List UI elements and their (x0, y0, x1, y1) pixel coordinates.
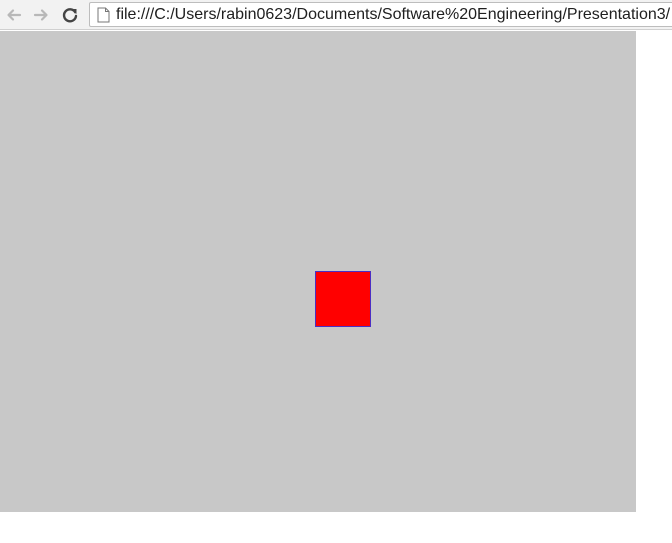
reload-icon (62, 8, 78, 23)
browser-toolbar: file:///C:/Users/rabin0623/Documents/Sof… (0, 0, 672, 30)
forward-arrow-icon (33, 9, 48, 21)
url-text: file:///C:/Users/rabin0623/Documents/Sof… (116, 6, 671, 23)
address-bar[interactable]: file:///C:/Users/rabin0623/Documents/Sof… (89, 2, 672, 27)
page-canvas (0, 31, 636, 512)
page-icon (96, 7, 110, 23)
back-button[interactable] (2, 3, 26, 27)
forward-button[interactable] (29, 3, 53, 27)
reload-button[interactable] (58, 3, 82, 27)
page-viewport (0, 31, 672, 543)
back-arrow-icon (7, 9, 22, 21)
red-square (315, 271, 371, 327)
